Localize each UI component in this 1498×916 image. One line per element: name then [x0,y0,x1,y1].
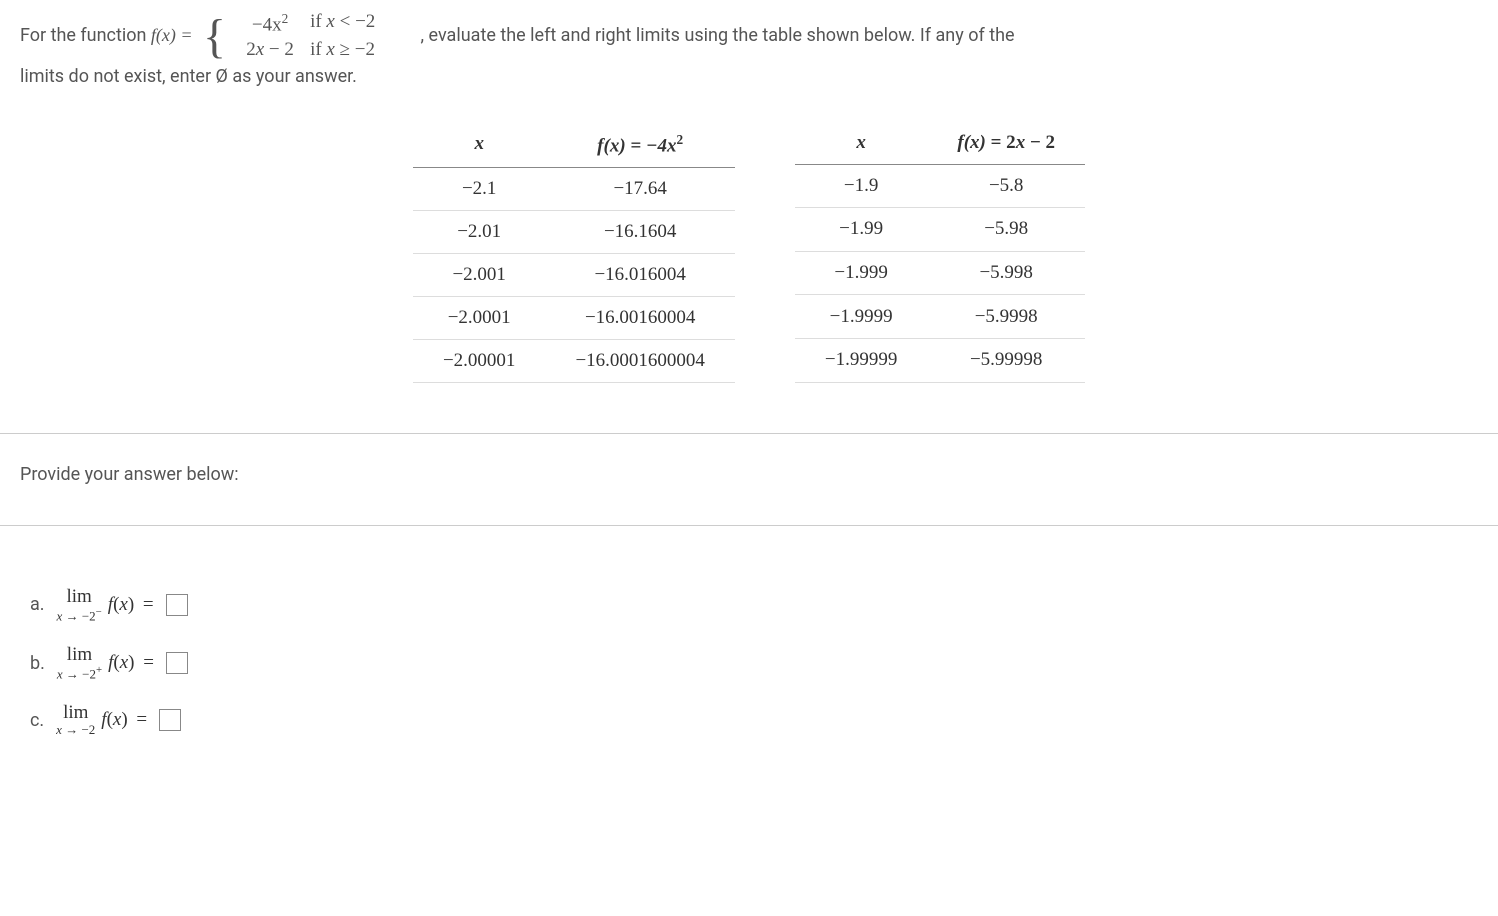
table-row: −1.9−5.8 [795,164,1085,208]
answer-prompt: Provide your answer below: [20,464,1478,485]
table-row: −2.1−17.64 [413,167,735,210]
item-label: b. [30,653,45,674]
table-right-header-fx: f(x) = 2x − 2 [927,122,1085,165]
table-row: −2.01−16.1604 [413,210,735,253]
table-left-header-fx: f(x) = −4x2 [545,122,734,168]
right-limit-table: x f(x) = 2x − 2 −1.9−5.8 −1.99−5.98 −1.9… [795,122,1085,383]
answer-input-a[interactable] [166,594,188,616]
table-row: −1.99−5.98 [795,208,1085,252]
left-brace-icon: { [203,15,226,58]
table-right-header-x: x [795,122,927,165]
table-row: −1.9999−5.9998 [795,295,1085,339]
table-row: −2.0001−16.00160004 [413,296,735,339]
answer-item-a: a. lim x → −2− f(x) = [30,586,1468,624]
answer-input-b[interactable] [166,652,188,674]
answer-item-c: c. lim x → −2 f(x) = [30,702,1468,738]
answer-item-b: b. lim x → −2+ f(x) = [30,644,1468,682]
answer-input-c[interactable] [159,709,181,731]
question-prefix: For the function [20,25,151,46]
answer-items: a. lim x → −2− f(x) = b. lim x → −2+ f(x… [0,526,1498,779]
table-row: −2.00001−16.0001600004 [413,339,735,382]
tables-container: x f(x) = −4x2 −2.1−17.64 −2.01−16.1604 −… [20,122,1478,383]
piecewise-function: { −4x2 if x < −2 2x − 2 if x ≥ −2 [203,10,410,63]
limit-notation: lim x → −2+ [57,644,102,682]
table-row: −2.001−16.016004 [413,253,735,296]
table-left-header-x: x [413,122,545,168]
limit-notation: lim x → −2− [57,586,102,624]
item-label: c. [30,710,44,731]
item-label: a. [30,594,45,615]
limit-notation: lim x → −2 [56,702,95,738]
question-line2: limits do not exist, enter Ø as your ans… [20,66,357,87]
table-row: −1.999−5.998 [795,251,1085,295]
table-row: −1.99999−5.99998 [795,339,1085,383]
left-limit-table: x f(x) = −4x2 −2.1−17.64 −2.01−16.1604 −… [413,122,735,383]
question-text: For the function f(x) = { −4x2 if x < −2… [20,10,1478,92]
question-middle: , evaluate the left and right limits usi… [421,25,1015,46]
function-name: f(x) = [151,25,197,45]
